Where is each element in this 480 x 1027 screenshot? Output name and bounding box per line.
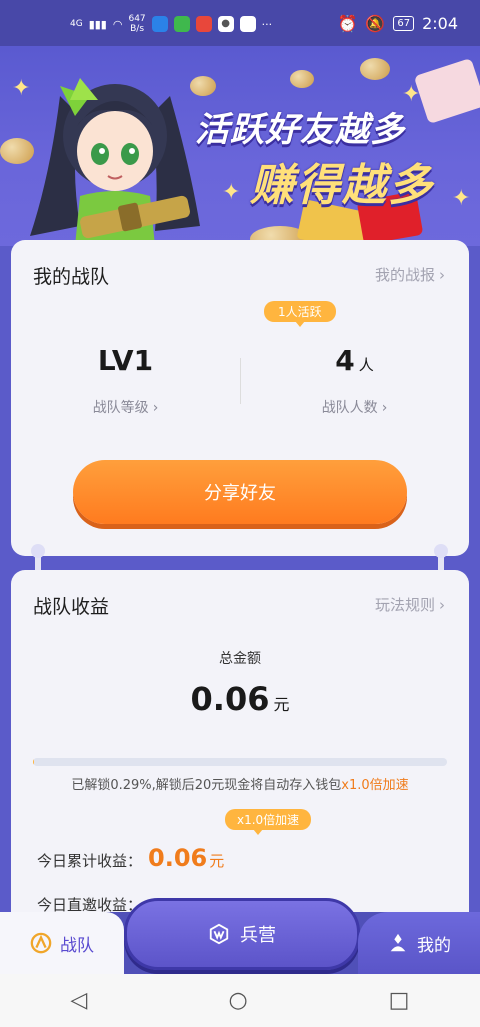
tab-camp[interactable]: 兵营 bbox=[124, 898, 360, 970]
wifi-icon: ◠ bbox=[112, 17, 123, 31]
alarm-icon: ⏰ bbox=[337, 14, 358, 33]
today-cumulative-value: 0.06 bbox=[148, 844, 208, 872]
chevron-right-icon: › bbox=[439, 596, 445, 614]
rules-link[interactable]: 玩法规则 › bbox=[375, 594, 445, 615]
tab-team[interactable]: 战队 bbox=[0, 912, 124, 974]
tab-team-label: 战队 bbox=[60, 935, 94, 956]
chevron-right-icon: › bbox=[439, 266, 445, 284]
battle-report-link[interactable]: 我的战报 › bbox=[375, 264, 445, 285]
android-app-icon bbox=[173, 16, 190, 32]
total-amount-unit: 元 bbox=[273, 695, 290, 714]
share-friends-button[interactable]: 分享好友 bbox=[73, 460, 407, 524]
today-cumulative-unit: 元 bbox=[209, 852, 225, 870]
battle-report-label: 我的战报 bbox=[374, 266, 435, 284]
tab-mine-label: 我的 bbox=[417, 935, 451, 956]
status-left: 4G ▮▮▮ ◠ 647 B/s ● ··· bbox=[70, 14, 272, 34]
team-icon bbox=[30, 932, 52, 954]
banner-subheadline: 赚得越多 bbox=[250, 160, 434, 211]
team-members-label-text: 战队人数 bbox=[321, 400, 378, 416]
more-notifications-icon: ··· bbox=[261, 17, 273, 31]
signal-icon: ▮▮▮ bbox=[88, 17, 107, 31]
shield-app-icon bbox=[151, 16, 168, 32]
network-speed: 647 B/s bbox=[128, 14, 145, 34]
team-members-label: 战队人数 › bbox=[240, 397, 469, 417]
network-type: 4G bbox=[70, 19, 83, 29]
team-card: 我的战队 我的战报 › 1人活跃 LV1 战队等级 › 4人 战队人数 › 分享好友 bbox=[11, 240, 469, 556]
character-illustration bbox=[30, 78, 200, 246]
banner-headline: 活跃好友越多 bbox=[195, 110, 405, 150]
team-level-label: 战队等级 › bbox=[11, 397, 240, 417]
sparkle-icon: ✦ bbox=[452, 186, 471, 211]
sparkle-icon: ✦ bbox=[222, 180, 241, 205]
team-card-title: 我的战队 bbox=[33, 266, 110, 288]
unlock-note: 已解锁0.29%,解锁后20元现金将自动存入钱包x1.0倍加速 bbox=[11, 774, 469, 793]
camp-icon bbox=[209, 923, 229, 945]
total-amount-label: 总金额 bbox=[219, 651, 261, 667]
earnings-card-title: 战队收益 bbox=[33, 596, 110, 618]
chevron-right-icon: › bbox=[381, 400, 388, 416]
chevron-right-icon: › bbox=[152, 400, 159, 416]
total-amount: 0.06 元 bbox=[11, 680, 469, 718]
multiplier-badge: x1.0倍加速 bbox=[225, 809, 312, 835]
team-members-value-wrap: 4人 bbox=[240, 344, 469, 377]
today-cumulative-earnings: 今日累计收益： 0.06 元 bbox=[37, 844, 224, 872]
rules-link-label: 玩法规则 bbox=[374, 596, 435, 614]
tab-mine[interactable]: 我的 bbox=[358, 912, 480, 974]
recents-icon[interactable]: □ bbox=[389, 988, 410, 1013]
home-icon[interactable]: ○ bbox=[228, 988, 247, 1013]
promo-banner: ✦ ✦ ✦ ✦ 活跃好友越多 赚得越多 bbox=[0, 46, 480, 246]
unlock-progress-bar bbox=[33, 758, 447, 766]
today-cumulative-label: 今日累计收益： bbox=[37, 852, 143, 870]
team-members-unit: 人 bbox=[358, 356, 374, 374]
clock: 2:04 bbox=[422, 14, 458, 33]
active-members-badge: 1人活跃 bbox=[264, 301, 336, 327]
back-icon[interactable]: ◁ bbox=[71, 988, 88, 1013]
network-speed-unit: B/s bbox=[130, 24, 145, 34]
team-level-stat[interactable]: LV1 战队等级 › bbox=[11, 344, 240, 417]
status-right: ⏰ 🔕 67 2:04 bbox=[337, 14, 458, 33]
coin-decoration bbox=[360, 58, 390, 80]
team-members-value: 4 bbox=[335, 344, 355, 377]
unlock-progress-fill bbox=[33, 758, 35, 766]
unlock-note-multiplier: x1.0倍加速 bbox=[341, 778, 409, 793]
network-speed-value: 647 bbox=[128, 14, 146, 24]
chart-app-icon bbox=[239, 16, 256, 32]
team-level-value: LV1 bbox=[97, 344, 154, 377]
battery-indicator: 67 bbox=[393, 16, 415, 31]
system-nav-bar: ◁ ○ □ bbox=[0, 974, 480, 1027]
coin-decoration bbox=[290, 70, 314, 88]
envelope-decoration bbox=[413, 57, 480, 125]
team-level-label-text: 战队等级 bbox=[92, 400, 149, 416]
mute-icon: 🔕 bbox=[365, 14, 386, 33]
unlock-note-text: 已解锁0.29%,解锁后20元现金将自动存入钱包 bbox=[71, 778, 342, 793]
wechat-icon: ● bbox=[217, 16, 234, 32]
team-members-stat[interactable]: 4人 战队人数 › bbox=[240, 344, 469, 417]
profile-icon bbox=[390, 933, 406, 952]
tab-camp-label: 兵营 bbox=[240, 925, 276, 946]
shop-app-icon bbox=[195, 16, 212, 32]
status-bar: 4G ▮▮▮ ◠ 647 B/s ● ··· ⏰ 🔕 67 2:04 bbox=[0, 0, 480, 46]
total-amount-value: 0.06 bbox=[190, 680, 270, 718]
